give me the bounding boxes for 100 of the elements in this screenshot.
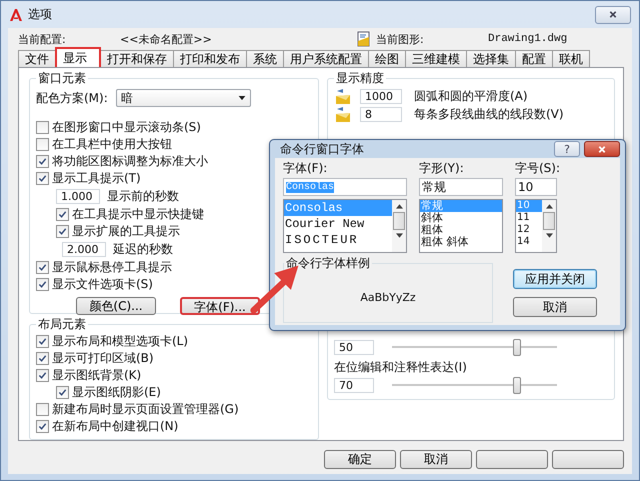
list-item[interactable]: 14 <box>516 236 542 248</box>
group-title: 布局元素 <box>37 316 87 333</box>
checkbox[interactable] <box>56 225 69 238</box>
group-title: 窗口元素 <box>37 70 87 87</box>
number-field[interactable]: 70 <box>334 378 374 393</box>
checkbox-label: 在工具提示中显示快捷键 <box>72 206 204 223</box>
checkbox[interactable] <box>36 172 49 185</box>
checkbox[interactable] <box>36 335 49 348</box>
field-label: 字号(S): <box>515 160 557 177</box>
checkbox[interactable] <box>36 369 49 382</box>
checkbox-label: 显示鼠标悬停工具提示 <box>52 259 172 276</box>
tab[interactable]: 系统 <box>246 50 284 67</box>
tab[interactable]: 绘图 <box>368 50 406 67</box>
tab[interactable]: 打开和保存 <box>100 50 174 67</box>
dialog-button[interactable]: 应用并关闭 <box>513 269 597 289</box>
dialog-button[interactable]: 确定 <box>324 450 396 469</box>
checkbox-label: 显示工具提示(T) <box>52 170 141 187</box>
app-logo-icon <box>9 8 23 22</box>
number-field[interactable]: 1.000 <box>56 189 100 204</box>
dialog-button[interactable] <box>552 450 624 469</box>
drawing-file-icon <box>356 31 372 47</box>
checkbox-label: 在工具栏中使用大按钮 <box>52 136 172 153</box>
field-label: 显示前的秒数 <box>107 188 179 205</box>
checkbox[interactable] <box>36 278 49 291</box>
checkbox[interactable] <box>36 138 49 151</box>
help-button[interactable]: ? <box>554 141 580 157</box>
list-box[interactable]: Consolas Courier New ISOCTEUR <box>283 199 407 253</box>
list-item[interactable]: Courier New <box>284 216 392 232</box>
checkbox[interactable] <box>36 261 49 274</box>
checkbox-label: 将功能区图标调整为标准大小 <box>52 153 208 170</box>
scrollbar[interactable] <box>392 200 406 252</box>
checkbox-label: 显示扩展的工具提示 <box>72 223 180 240</box>
number-field[interactable]: 2.000 <box>62 242 106 257</box>
style-field[interactable]: 常规 <box>419 178 503 196</box>
profile-label: 当前配置: <box>18 32 67 46</box>
dropdown[interactable]: 暗 <box>116 89 251 107</box>
tab[interactable]: 显示 <box>55 47 101 67</box>
checkbox[interactable] <box>36 403 49 416</box>
drawing-value: Drawing1.dwg <box>488 33 568 45</box>
tab[interactable]: 配置 <box>515 50 553 67</box>
field-label: 每条多段线曲线的线段数(V) <box>414 106 564 122</box>
dialog-button[interactable] <box>476 450 548 469</box>
drawing-label: 当前图形: <box>376 32 425 46</box>
checkbox-label: 显示可打印区域(B) <box>52 350 154 367</box>
checkbox-label: 显示文件选项卡(S) <box>52 276 153 293</box>
list-box[interactable]: 常规 斜体 粗体 粗体 斜体 <box>419 199 503 253</box>
dialog-button[interactable]: 取消 <box>513 297 597 317</box>
checkbox[interactable] <box>36 352 49 365</box>
checkbox[interactable] <box>36 121 49 134</box>
scrollbar[interactable] <box>542 200 556 252</box>
field-label: 字形(Y): <box>419 160 465 177</box>
tab[interactable]: 三维建模 <box>405 50 467 67</box>
checkbox-label: 显示图纸背景(K) <box>52 367 142 384</box>
checkbox-label: 新建布局时显示页面设置管理器(G) <box>52 401 239 418</box>
dialog-button[interactable]: 字体(F)... <box>180 297 260 315</box>
field-label: 延迟的秒数 <box>113 241 173 258</box>
list-item[interactable]: 粗体 <box>420 224 502 236</box>
checkbox[interactable] <box>56 386 69 399</box>
list-item[interactable]: 粗体 斜体 <box>420 236 502 248</box>
precision-icon <box>334 105 352 123</box>
checkbox-label: 显示图纸阴影(E) <box>72 384 161 401</box>
dialog-button[interactable]: 颜色(C)... <box>76 297 156 315</box>
size-field[interactable]: 10 <box>515 178 557 196</box>
list-box[interactable]: 10 11 12 14 <box>515 199 557 253</box>
profile-value: <<未命名配置>> <box>120 32 213 46</box>
checkbox-label: 在新布局中创建视口(N) <box>52 418 178 435</box>
list-item[interactable]: 11 <box>516 212 542 224</box>
precision-icon <box>334 87 352 105</box>
slider-thumb[interactable] <box>513 339 522 356</box>
list-item[interactable]: 12 <box>516 224 542 236</box>
tab[interactable]: 选择集 <box>466 50 516 67</box>
close-icon[interactable] <box>608 10 618 19</box>
list-item[interactable]: ISOCTEUR <box>284 232 392 248</box>
font-sample-text: AaBbYyZz <box>360 290 416 304</box>
field-label: 在位编辑和注释性表达(I) <box>334 359 468 376</box>
group-title: 命令行字体样例 <box>285 255 371 272</box>
dropdown-arrow-icon[interactable] <box>238 96 246 100</box>
checkbox[interactable] <box>56 208 69 221</box>
slider-thumb[interactable] <box>513 377 522 394</box>
group-title: 显示精度 <box>335 70 385 87</box>
dialog-title: 命令行窗口字体 <box>280 140 364 158</box>
number-field[interactable]: 50 <box>334 340 374 355</box>
close-button[interactable] <box>595 6 631 24</box>
field-label: 配色方案(M): <box>36 90 108 106</box>
checkbox-label: 在图形窗口中显示滚动条(S) <box>52 119 201 136</box>
list-item[interactable]: 斜体 <box>420 212 502 224</box>
number-field[interactable]: 1000 <box>360 88 402 104</box>
window-title: 选项 <box>28 6 52 23</box>
tab[interactable]: 联机 <box>552 50 590 67</box>
tab[interactable]: 文件 <box>18 50 56 67</box>
tab[interactable]: 打印和发布 <box>173 50 247 67</box>
field-label: 圆弧和圆的平滑度(A) <box>414 88 528 104</box>
checkbox[interactable] <box>36 155 49 168</box>
close-button[interactable] <box>584 141 620 157</box>
checkbox[interactable] <box>36 420 49 433</box>
field-label: 字体(F): <box>283 160 328 177</box>
dialog-button[interactable]: 取消 <box>400 450 472 469</box>
checkbox-label: 显示布局和模型选项卡(L) <box>52 333 188 350</box>
tab[interactable]: 用户系统配置 <box>283 50 369 67</box>
number-field[interactable]: 8 <box>360 106 402 122</box>
